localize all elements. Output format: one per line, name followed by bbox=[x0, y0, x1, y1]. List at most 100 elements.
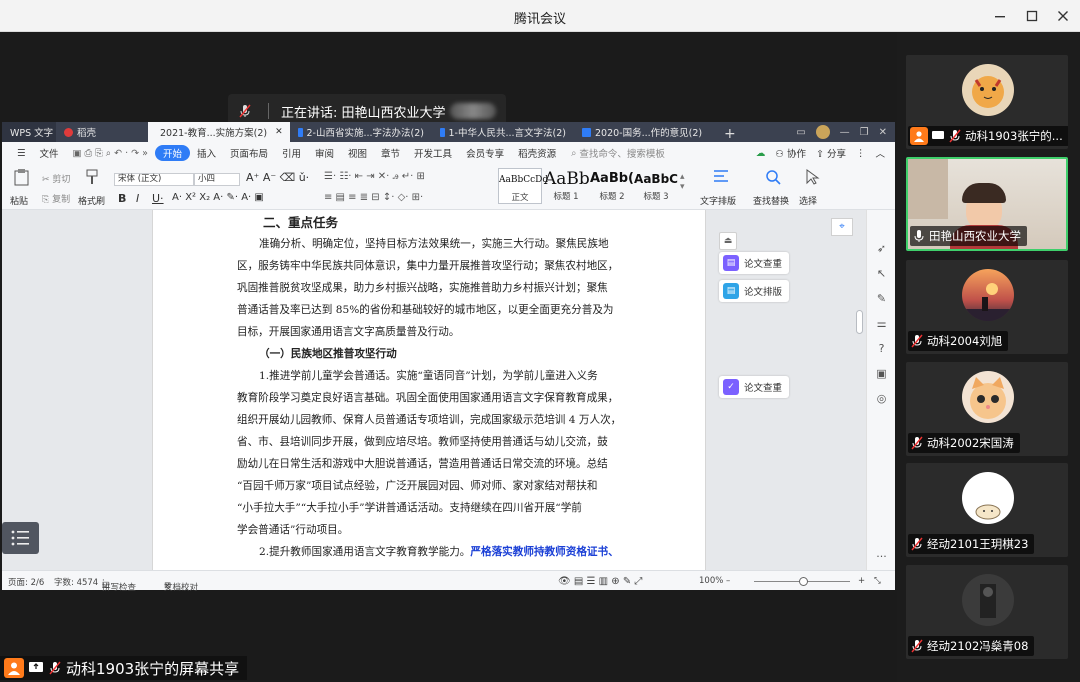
copy-button[interactable]: ⎘ 复制 bbox=[42, 192, 70, 205]
sliders-icon[interactable]: ⚌ bbox=[875, 317, 888, 330]
add-tab-button[interactable]: + bbox=[712, 126, 748, 142]
thesis-check-button-top[interactable]: ▤ 论文查重 bbox=[719, 252, 789, 274]
menu-docer[interactable]: 稻壳资源 bbox=[511, 146, 563, 160]
format-painter-label[interactable]: 格式刷 bbox=[78, 194, 105, 207]
tab-doc-shanxi[interactable]: 2-山西省实施...字法办法(2) bbox=[290, 122, 432, 142]
menu-review[interactable]: 审阅 bbox=[308, 146, 341, 160]
tab-wps-home[interactable]: WPS 文字 bbox=[2, 122, 56, 142]
font-size-select[interactable]: 小四 bbox=[194, 173, 240, 186]
thesis-check-button[interactable]: ✓ 论文查重 bbox=[719, 376, 789, 398]
host-icon bbox=[910, 127, 928, 145]
select-cursor-icon[interactable] bbox=[804, 168, 820, 186]
word-count[interactable]: 字数: 4574 bbox=[54, 576, 98, 588]
tab-docer[interactable]: 稻壳 bbox=[56, 122, 148, 142]
participant-tile-active[interactable]: 田艳山西农业大学 bbox=[906, 157, 1068, 251]
menu-dev-tools[interactable]: 开发工具 bbox=[407, 146, 459, 160]
toc-toggle-button[interactable] bbox=[2, 522, 39, 554]
more-dots-icon[interactable]: ··· bbox=[875, 550, 888, 563]
styles-more-icon[interactable]: ▴ ▾ bbox=[680, 172, 685, 192]
font-name-select[interactable]: 宋体 (正文) bbox=[114, 173, 194, 186]
wps-restore-icon[interactable]: ❐ bbox=[860, 127, 869, 138]
participant-tile[interactable]: 经动2101王玥棋23 bbox=[906, 463, 1068, 557]
zoom-slider-thumb[interactable] bbox=[798, 577, 808, 586]
pointer-icon[interactable]: ↖ bbox=[875, 267, 888, 280]
style-normal[interactable]: AaBbCcDd 正文 bbox=[498, 168, 548, 204]
tab-doc-2020[interactable]: 2020-国务...作的意见(2) bbox=[574, 122, 712, 142]
user-avatar[interactable] bbox=[815, 125, 830, 139]
select-label[interactable]: 选择 bbox=[799, 194, 817, 207]
image-icon[interactable]: ▣ bbox=[875, 367, 888, 380]
menu-page-layout[interactable]: 页面布局 bbox=[223, 146, 275, 160]
menu-insert[interactable]: 插入 bbox=[190, 146, 223, 160]
text-layout-label[interactable]: 文字排版 bbox=[700, 194, 736, 207]
command-search[interactable]: ⌕ 查找命令、搜索模板 bbox=[571, 146, 665, 161]
text-layout-icon[interactable] bbox=[712, 168, 730, 186]
view-mode-icons[interactable]: 👁 ▤ ☰ ▥ ⊕ ✎ ⤢ bbox=[558, 576, 642, 587]
style-heading-1[interactable]: AaBb 标题 1 bbox=[544, 168, 590, 204]
help-icon[interactable]: ? bbox=[875, 342, 888, 355]
collab-button[interactable]: ⚇ 协作 bbox=[775, 146, 806, 160]
font-effects-buttons[interactable]: A· X² X₂ A· ✎· A· ▣ bbox=[172, 192, 264, 203]
window-title: 腾讯会议 bbox=[513, 12, 566, 27]
menu-chapter[interactable]: 章节 bbox=[374, 146, 407, 160]
scroll-thumb[interactable] bbox=[856, 310, 863, 334]
maximize-button[interactable] bbox=[1017, 4, 1047, 28]
bold-button[interactable]: B bbox=[118, 192, 126, 205]
zoom-level[interactable]: 100% bbox=[699, 576, 723, 586]
collapse-panel-icon[interactable]: ⏏ bbox=[719, 232, 737, 250]
cut-button[interactable]: ✂ 剪切 bbox=[42, 172, 70, 185]
collapse-ribbon-icon[interactable]: ︿ bbox=[875, 146, 885, 160]
wps-minimize-icon[interactable]: — bbox=[840, 127, 850, 138]
share-button[interactable]: ⇪ 分享 bbox=[816, 146, 846, 160]
zoom-slider[interactable] bbox=[754, 577, 850, 586]
paste-icon[interactable] bbox=[12, 168, 32, 186]
format-painter-icon[interactable] bbox=[84, 168, 100, 186]
find-replace-icon[interactable] bbox=[764, 168, 782, 186]
location-icon[interactable]: ⌖ bbox=[831, 218, 853, 236]
underline-button[interactable]: U· bbox=[152, 192, 164, 205]
minimize-button[interactable] bbox=[985, 4, 1015, 28]
scissors-icon: ✂ bbox=[42, 175, 50, 185]
wps-close-icon[interactable]: ✕ bbox=[879, 127, 887, 138]
italic-button[interactable]: I bbox=[136, 192, 139, 205]
backup-icon[interactable]: ◎ bbox=[875, 392, 888, 405]
document-page[interactable]: 二、重点任务 准确分析、明确定位，坚持目标方法效果统一，实施三大行动。聚焦民族地… bbox=[152, 210, 706, 570]
menu-file[interactable]: 文件 bbox=[33, 146, 66, 160]
participant-tile[interactable]: 动科2002宋国涛 bbox=[906, 362, 1068, 456]
zoom-out-icon[interactable]: – bbox=[726, 576, 730, 586]
page-indicator[interactable]: 页面: 2/6 bbox=[8, 576, 44, 588]
find-replace-label[interactable]: 查找替换 bbox=[753, 194, 789, 207]
participant-name: 动科2004刘旭 bbox=[908, 331, 1009, 351]
vertical-scrollbar[interactable] bbox=[854, 210, 864, 570]
more-icon[interactable]: ⋮ bbox=[856, 148, 866, 159]
font-size-tools[interactable]: A⁺ A⁻ ⌫ ǔ· bbox=[246, 171, 309, 184]
participant-tile[interactable]: 动科2004刘旭 bbox=[906, 260, 1068, 354]
menu-start[interactable]: 开始 bbox=[154, 145, 190, 161]
tab-doc-law[interactable]: 1-中华人民共...言文字法(2) bbox=[432, 122, 574, 142]
style-heading-3[interactable]: AaBbC 标题 3 bbox=[634, 168, 678, 204]
close-button[interactable] bbox=[1048, 4, 1078, 28]
cloud-sync-icon[interactable]: ☁ bbox=[756, 148, 766, 159]
spell-check-button[interactable]: ☑ 拼写检查 · bbox=[102, 576, 136, 593]
layout-icon[interactable]: ▭ bbox=[796, 127, 805, 138]
close-tab-icon[interactable]: ✕ bbox=[275, 127, 283, 137]
hamburger-icon[interactable]: ☰ bbox=[10, 148, 33, 159]
menu-view[interactable]: 视图 bbox=[341, 146, 374, 160]
fit-window-icon[interactable]: ⤡ bbox=[874, 576, 881, 586]
participant-tile[interactable]: 动科1903张宁的... bbox=[906, 55, 1068, 149]
quick-access-icons[interactable]: ▣ ⎙ ⎘ ⌕ ↶ · ↷ » bbox=[66, 148, 155, 159]
paragraph-align-tools[interactable]: ≡ ▤ ≡ ≣ ⊟ ↕· ◇· ⊞· bbox=[324, 192, 423, 203]
pen-icon[interactable]: ✎ bbox=[875, 292, 888, 305]
paragraph-line: 普通话普及率已达到 85%的省份和基础较好的城市地区，以更全面更充分普及为 bbox=[237, 304, 614, 316]
style-heading-2[interactable]: AaBb(标题 2 bbox=[590, 168, 634, 204]
thesis-layout-button[interactable]: ▤ 论文排版 bbox=[719, 280, 789, 302]
rocket-icon[interactable]: ➶ bbox=[875, 242, 888, 255]
paste-label[interactable]: 粘贴 bbox=[10, 194, 28, 207]
paragraph-list-tools[interactable]: ☰· ☷· ⇤ ⇥ ✕· ꭿ ↵· ⊞ bbox=[324, 171, 425, 182]
zoom-in-icon[interactable]: + bbox=[858, 576, 865, 586]
participant-name: 经动2101王玥棋23 bbox=[908, 534, 1035, 554]
menu-reference[interactable]: 引用 bbox=[275, 146, 308, 160]
tab-doc-2021[interactable]: 2021-教育...实施方案(2) ✕ bbox=[148, 122, 290, 142]
participant-tile[interactable]: 经动2102冯燊青08 bbox=[906, 565, 1068, 659]
menu-member[interactable]: 会员专享 bbox=[459, 146, 511, 160]
